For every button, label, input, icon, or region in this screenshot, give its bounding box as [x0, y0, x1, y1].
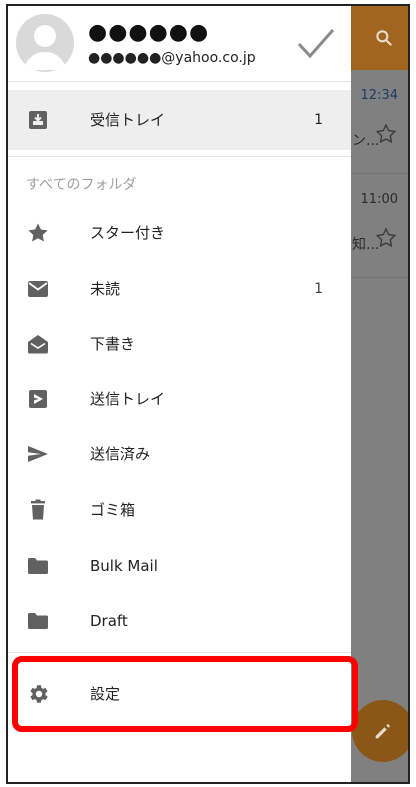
pencil-icon	[375, 724, 390, 739]
avatar	[16, 14, 74, 72]
drawer-item-label: Draft	[90, 612, 128, 630]
drawer-item-label: 下書き	[90, 335, 136, 353]
highlight-box	[12, 656, 358, 732]
drawer-item-draft-folder[interactable]: Draft	[8, 594, 351, 648]
mail-icon	[28, 281, 48, 297]
drawer-item-label: Bulk Mail	[90, 557, 158, 575]
star-outline-icon[interactable]	[374, 226, 398, 250]
search-button[interactable]	[368, 22, 400, 54]
unread-count: 1	[314, 281, 323, 297]
drawer-item-starred[interactable]: スター付き	[8, 206, 351, 260]
drawer-item-inbox[interactable]: 受信トレイ 1	[8, 90, 351, 150]
star-outline-icon[interactable]	[374, 122, 398, 146]
unread-count: 1	[314, 112, 323, 128]
star-icon	[28, 223, 48, 242]
drawer-item-sent[interactable]: 送信済み	[8, 427, 351, 481]
section-label-all-folders: すべてのフォルダ	[26, 177, 137, 193]
mail-time: 12:34	[360, 88, 398, 103]
trash-icon	[31, 499, 45, 520]
mail-time: 11:00	[360, 192, 398, 207]
folder-icon	[28, 558, 48, 574]
person-icon	[24, 25, 66, 70]
drawer-item-label: 送信済み	[90, 445, 151, 463]
drawer-item-label: スター付き	[90, 224, 166, 242]
drawer-item-label: 受信トレイ	[90, 111, 166, 129]
search-icon	[376, 30, 392, 46]
drawer-item-label: ゴミ箱	[90, 501, 136, 519]
drawer-item-trash[interactable]: ゴミ箱	[8, 483, 351, 537]
compose-button[interactable]	[352, 700, 408, 762]
drawer-item-bulk-mail[interactable]: Bulk Mail	[8, 539, 351, 593]
send-icon	[28, 446, 48, 462]
drawer-item-label: 未読	[90, 280, 121, 298]
device-frame: 12:34 ン... 11:00 知... ●●●●●● ●●●●●●@yaho…	[6, 4, 410, 784]
folder-icon	[28, 613, 48, 629]
divider	[8, 156, 351, 157]
draft-icon	[28, 335, 48, 354]
drawer-item-unread[interactable]: 未読 1	[8, 262, 351, 316]
check-icon[interactable]	[296, 26, 336, 62]
drawer-item-outbox[interactable]: 送信トレイ	[8, 372, 351, 426]
outbox-icon	[29, 390, 47, 408]
inbox-icon	[29, 111, 47, 129]
drawer-item-label: 送信トレイ	[90, 390, 166, 408]
navigation-drawer: ●●●●●● ●●●●●●@yahoo.co.jp 受信トレイ 1 すべてのフォ…	[8, 6, 358, 782]
divider	[8, 652, 351, 653]
account-header[interactable]: ●●●●●● ●●●●●●@yahoo.co.jp	[8, 6, 351, 82]
account-email: ●●●●●●@yahoo.co.jp	[88, 50, 256, 66]
drawer-item-drafts[interactable]: 下書き	[8, 317, 351, 371]
account-name: ●●●●●●	[88, 20, 210, 45]
